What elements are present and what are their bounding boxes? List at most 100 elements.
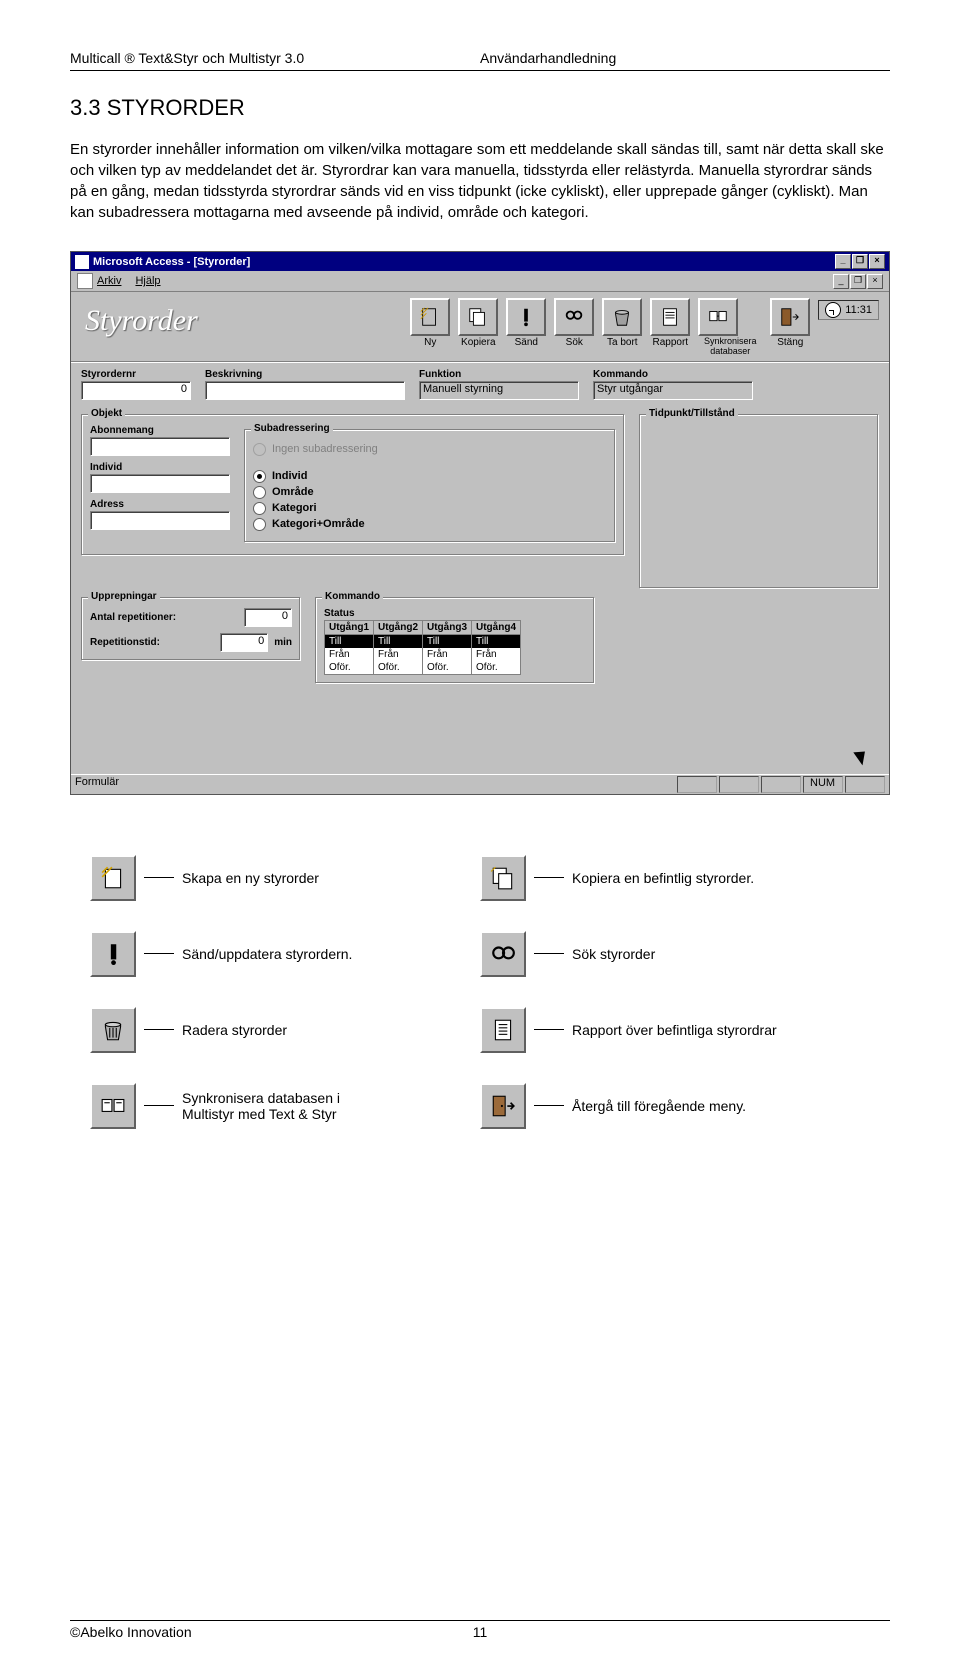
- radio-katomr-label: Kategori+Område: [272, 518, 365, 530]
- legend-copy-icon: [480, 855, 526, 901]
- search-label: Sök: [554, 337, 594, 348]
- col4-r1[interactable]: Till: [472, 635, 520, 648]
- clock: 11:31: [818, 300, 879, 320]
- beskrivning-label: Beskrivning: [205, 369, 405, 380]
- legend-copy-text: Kopiera en befintlig styrorder.: [572, 870, 754, 886]
- antal-label: Antal repetitioner:: [90, 612, 238, 623]
- styrordernr-input[interactable]: 0: [81, 381, 191, 400]
- sync-label: Synkronisera databaser: [698, 337, 762, 357]
- new-button[interactable]: [410, 298, 450, 336]
- legend-new-icon: [90, 855, 136, 901]
- col1-r3[interactable]: Oför.: [325, 661, 373, 674]
- statusbar-left: Formulär: [75, 776, 119, 793]
- outer-titlebar: Microsoft Access - [Styrorder] _ ❐ ×: [71, 252, 889, 271]
- legend-search-text: Sök styrorder: [572, 946, 655, 962]
- footer-left: ©Abelko Innovation: [70, 1624, 473, 1640]
- close-button-tb[interactable]: [770, 298, 810, 336]
- adress-input[interactable]: [90, 511, 230, 530]
- status-table: Utgång1 Till Från Oför. Utgång2 Till Frå…: [324, 620, 586, 675]
- copy-label: Kopiera: [458, 337, 498, 348]
- menubar: Arkiv Hjälp _ ❐ ×: [71, 271, 889, 292]
- objekt-legend: Objekt: [88, 408, 125, 419]
- reptid-unit: min: [274, 637, 292, 648]
- radio-individ[interactable]: [253, 470, 266, 483]
- upprepningar-group: Upprepningar Antal repetitioner: 0 Repet…: [81, 597, 301, 661]
- cursor-icon: [857, 748, 871, 766]
- kommando-input[interactable]: Styr utgångar: [593, 381, 753, 400]
- col1-r1[interactable]: Till: [325, 635, 373, 648]
- individ-label: Individ: [90, 462, 230, 473]
- individ-input[interactable]: [90, 474, 230, 493]
- col4-r3[interactable]: Oför.: [472, 661, 520, 674]
- status-label: Status: [324, 608, 586, 619]
- child-restore-button[interactable]: ❐: [850, 274, 866, 289]
- upprepningar-legend: Upprepningar: [88, 591, 160, 602]
- minimize-button[interactable]: _: [835, 254, 851, 269]
- col4-r2[interactable]: Från: [472, 648, 520, 661]
- menu-hjalp[interactable]: Hjälp: [135, 275, 160, 287]
- legend-send-icon: [90, 931, 136, 977]
- reptid-label: Repetitionstid:: [90, 637, 214, 648]
- radio-none-label: Ingen subadressering: [272, 443, 378, 455]
- beskrivning-input[interactable]: [205, 381, 405, 400]
- restore-button[interactable]: ❐: [852, 254, 868, 269]
- header-divider: [70, 70, 890, 71]
- col2-r2[interactable]: Från: [374, 648, 422, 661]
- sync-button[interactable]: [698, 298, 738, 336]
- radio-omrade[interactable]: [253, 486, 266, 499]
- objekt-group: Objekt Abonnemang Individ: [81, 414, 625, 556]
- col3-r1[interactable]: Till: [423, 635, 471, 648]
- search-button[interactable]: [554, 298, 594, 336]
- menu-arkiv[interactable]: Arkiv: [97, 275, 121, 287]
- legend-delete-text: Radera styrorder: [182, 1022, 287, 1038]
- funktion-input[interactable]: Manuell styrning: [419, 381, 579, 400]
- delete-label: Ta bort: [602, 337, 642, 348]
- radio-kategori-label: Kategori: [272, 502, 317, 514]
- section-body: En styrorder innehåller information om v…: [70, 139, 890, 223]
- tidpunkt-group: Tidpunkt/Tillstånd: [639, 414, 879, 589]
- col2-r1[interactable]: Till: [374, 635, 422, 648]
- section-heading: 3.3 STYRORDER: [70, 95, 890, 121]
- close-label: Stäng: [770, 337, 810, 348]
- form-icon: [77, 273, 93, 289]
- statusbar-num: NUM: [803, 776, 843, 793]
- legend-back-icon: [480, 1083, 526, 1129]
- adress-label: Adress: [90, 499, 230, 510]
- kommando-label: Kommando: [593, 369, 753, 380]
- radio-none: [253, 443, 266, 456]
- header-right: Användarhandledning: [480, 50, 890, 66]
- radio-individ-label: Individ: [272, 470, 307, 482]
- legend-new-text: Skapa en ny styrorder: [182, 870, 319, 886]
- col3-header: Utgång3: [423, 621, 471, 635]
- col2-r3[interactable]: Oför.: [374, 661, 422, 674]
- delete-button[interactable]: [602, 298, 642, 336]
- legend-report-text: Rapport över befintliga styrordrar: [572, 1022, 777, 1038]
- antal-input[interactable]: 0: [244, 608, 292, 627]
- legend-back-text: Återgå till föregående meny.: [572, 1098, 746, 1114]
- col3-r3[interactable]: Oför.: [423, 661, 471, 674]
- reptid-input[interactable]: 0: [220, 633, 268, 652]
- app-icon: [75, 255, 89, 269]
- col1-r2[interactable]: Från: [325, 648, 373, 661]
- send-button[interactable]: [506, 298, 546, 336]
- radio-katomr[interactable]: [253, 518, 266, 531]
- radio-omrade-label: Område: [272, 486, 314, 498]
- close-button[interactable]: ×: [869, 254, 885, 269]
- radio-kategori[interactable]: [253, 502, 266, 515]
- clock-icon: [825, 302, 841, 318]
- abonnemang-input[interactable]: [90, 437, 230, 456]
- col1-header: Utgång1: [325, 621, 373, 635]
- report-button[interactable]: [650, 298, 690, 336]
- child-minimize-button[interactable]: _: [833, 274, 849, 289]
- col3-r2[interactable]: Från: [423, 648, 471, 661]
- copy-button[interactable]: [458, 298, 498, 336]
- sub-legend: Subadressering: [251, 423, 333, 434]
- report-label: Rapport: [650, 337, 690, 348]
- page-footer: ©Abelko Innovation 11: [70, 1612, 890, 1640]
- legend-sync-icon: [90, 1083, 136, 1129]
- page-header: Multicall ® Text&Styr och Multistyr 3.0 …: [70, 50, 890, 66]
- legend-report-icon: [480, 1007, 526, 1053]
- access-window: Microsoft Access - [Styrorder] _ ❐ × Ark…: [70, 251, 890, 795]
- window-title: Microsoft Access - [Styrorder]: [93, 256, 250, 268]
- child-close-button[interactable]: ×: [867, 274, 883, 289]
